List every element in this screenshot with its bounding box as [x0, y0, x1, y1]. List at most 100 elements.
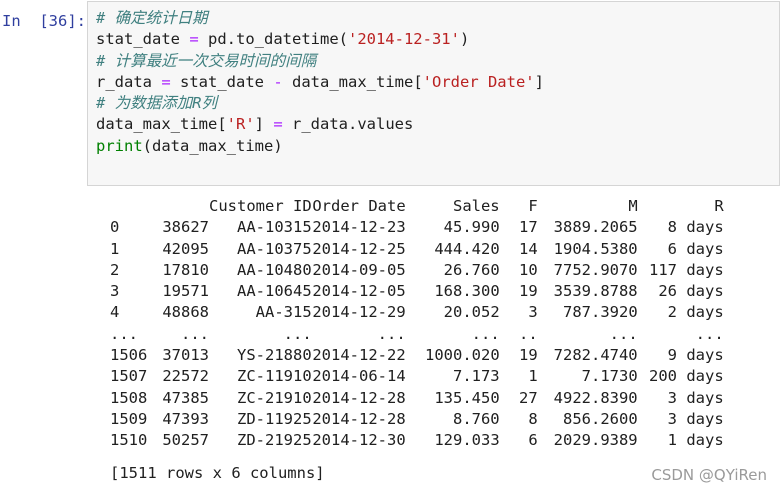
table-row: 3 19571 AA-10645 2014-12-05 168.300 19 3539.87…	[110, 281, 724, 302]
table-cell: AA-10315	[237, 218, 312, 237]
dataframe-summary: [1511 rows x 6 columns]	[110, 463, 325, 482]
table-row: 1506 37013 YS-21880 2014-12-22 1000.020 19 728…	[110, 345, 724, 366]
table-cell: 6 days	[667, 239, 724, 258]
table-cell: 200 days	[649, 367, 724, 386]
code-line: # 为数据添加R列	[96, 93, 544, 114]
code-token: r_data	[96, 72, 162, 91]
table-cell: 129.033	[434, 431, 500, 450]
code-line: print(data_max_time)	[96, 136, 544, 157]
table-cell: 117 days	[649, 260, 724, 279]
code-token: data_max_time[	[282, 72, 423, 91]
table-cell: 2014-12-28	[312, 388, 406, 407]
row-index: 1509	[110, 409, 148, 428]
table-cell: 10	[518, 260, 538, 279]
table-row: .......................	[110, 324, 724, 345]
code-line: data_max_time['R'] = r_data.values	[96, 114, 544, 135]
row-index: 3	[110, 282, 120, 301]
table-row: 1510 50257 ZD-21925 2014-12-30 129.033 6 2029.…	[110, 430, 724, 451]
table-cell: AA-10375	[237, 239, 312, 258]
column-header: Customer ID	[209, 197, 312, 215]
row-index: 1506	[110, 346, 148, 365]
code-token: )	[459, 30, 470, 49]
dataframe-header-row: Customer ID Order Date Sales F M R	[110, 196, 724, 217]
table-cell: ZD-21925	[237, 431, 312, 450]
table-cell: 37013	[162, 346, 209, 365]
table-row: 2 17810 AA-10480 2014-09-05 26.760 10 7752.907…	[110, 260, 724, 281]
watermark: CSDN @QYiRen	[651, 466, 767, 484]
table-cell: 38627	[162, 218, 209, 237]
table-cell: 3 days	[667, 409, 724, 428]
code-token: pd.to_datetime(	[198, 30, 348, 49]
column-header	[110, 196, 154, 217]
cell-output: Customer ID Order Date Sales F M R 0 38627 AA-1…	[110, 196, 724, 484]
row-index: 0	[110, 218, 120, 237]
table-row: 1 42095 AA-10375 2014-12-25 444.420 14 1904.53…	[110, 239, 724, 260]
table-cell: 3539.8788	[553, 282, 638, 301]
table-cell: 9 days	[667, 346, 724, 365]
cell-prompt: In [36]:	[2, 12, 86, 30]
table-cell: 2014-06-14	[312, 367, 406, 386]
code-token: (data_max_time)	[142, 136, 283, 155]
table-cell: 168.300	[434, 282, 500, 301]
table-cell: 2014-09-05	[312, 260, 406, 279]
row-index: 2	[110, 260, 120, 279]
code-cell-input[interactable]: # 确定统计日期 stat_date = pd.to_datetime('2014…	[87, 1, 780, 186]
table-cell: 7752.9070	[553, 260, 638, 279]
table-cell: 19	[518, 346, 538, 365]
table-cell: 2014-12-05	[312, 282, 406, 301]
column-header: M	[628, 197, 638, 215]
table-cell: 1904.5380	[553, 239, 638, 258]
code-line: stat_date = pd.to_datetime('2014-12-31')	[96, 29, 544, 50]
table-cell: ZC-21910	[237, 388, 312, 407]
table-cell: 26 days	[658, 282, 724, 301]
table-cell: AA-10480	[237, 260, 312, 279]
table-cell: ...	[181, 324, 209, 343]
table-cell: ...	[377, 324, 406, 343]
table-cell: 6	[528, 431, 538, 450]
code-token: ]	[534, 72, 544, 91]
table-cell: 2 days	[667, 303, 724, 322]
table-cell: 26.760	[443, 260, 500, 279]
code-token: =	[273, 115, 283, 134]
column-header: Sales	[452, 197, 500, 215]
code-token: 'Order Date'	[422, 72, 535, 91]
table-cell: 1 days	[667, 431, 724, 450]
table-cell: 45.990	[443, 218, 500, 237]
table-cell: ZD-11925	[237, 409, 312, 428]
row-index: 4	[110, 303, 120, 322]
table-cell: 8	[528, 409, 538, 428]
table-cell: 47385	[162, 388, 209, 407]
table-cell: 50257	[162, 431, 209, 450]
column-header: Order Date	[312, 197, 406, 215]
column-header: F	[528, 197, 538, 215]
table-cell: 20.052	[443, 303, 500, 322]
table-cell: 19571	[162, 282, 209, 301]
code-line: # 计算最近一次交易时间的间隔	[96, 51, 544, 72]
table-cell: 135.450	[434, 388, 500, 407]
code-token: =	[189, 30, 199, 49]
table-cell: AA-10645	[237, 282, 312, 301]
column-header	[154, 196, 209, 217]
table-cell: AA-315	[255, 303, 312, 322]
code-token: stat_date	[96, 30, 190, 49]
code-token: '2014-12-31'	[347, 30, 460, 49]
table-cell: YS-21880	[237, 346, 312, 365]
row-index: 1	[110, 239, 120, 258]
dataframe-output: Customer ID Order Date Sales F M R 0 38627 AA-1…	[110, 196, 724, 452]
column-header: R	[714, 197, 724, 215]
row-index: 1510	[110, 431, 148, 450]
table-cell: 2014-12-22	[312, 346, 406, 365]
table-cell: 14	[518, 239, 538, 258]
table-cell: ...	[471, 324, 500, 343]
table-cell: 17	[518, 218, 538, 237]
table-row: 0 38627 AA-10315 2014-12-23 45.990 17 3889.206…	[110, 217, 724, 238]
table-cell: 444.420	[434, 239, 500, 258]
code-token: ]	[254, 115, 274, 134]
table-cell: 19	[518, 282, 538, 301]
table-cell: 2014-12-28	[312, 409, 406, 428]
code-token: # 计算最近一次交易时间的间隔	[96, 51, 317, 70]
table-cell: 3889.2065	[553, 218, 638, 237]
code-editor[interactable]: # 确定统计日期 stat_date = pd.to_datetime('2014…	[96, 8, 544, 157]
row-index: ...	[110, 324, 138, 343]
code-token: stat_date	[170, 72, 274, 91]
